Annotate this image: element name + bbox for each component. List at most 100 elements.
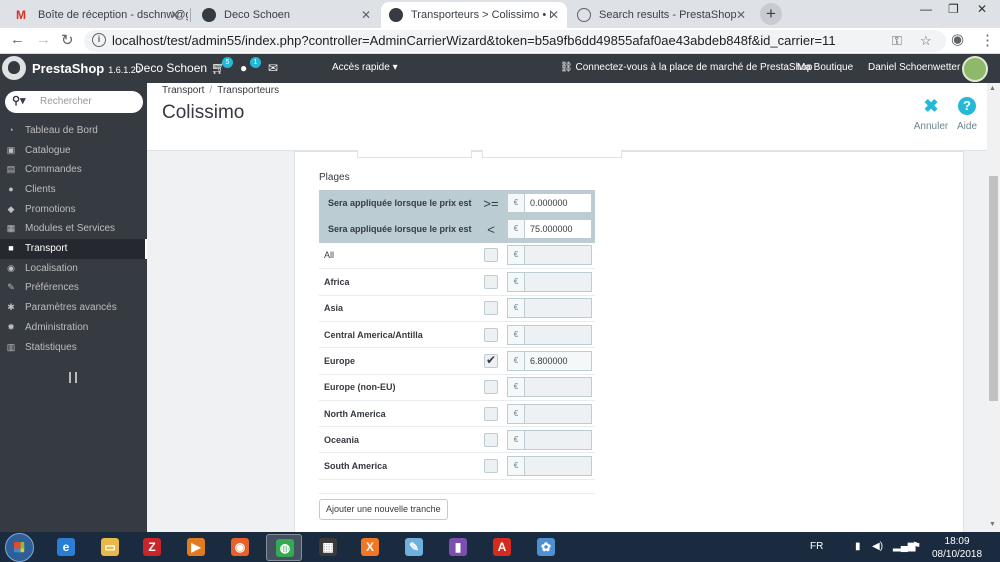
page-scrollbar[interactable]: ▲ ▼ xyxy=(987,83,1000,532)
start-button[interactable] xyxy=(5,533,34,562)
sidebar-item-statistiques[interactable]: ▥ Statistiques xyxy=(0,338,147,358)
sidebar-item-promotions[interactable]: ◆ Promotions xyxy=(0,200,147,220)
sidebar-item-param-tres-avanc-s[interactable]: ✱ Paramètres avancés xyxy=(0,298,147,318)
site-info-icon[interactable]: i xyxy=(92,33,106,47)
close-icon[interactable]: ✕ xyxy=(549,8,559,22)
taskbar-app[interactable]: ▭ xyxy=(92,534,128,561)
browser-tab-search-results[interactable]: Search results - PrestaShop ✕ xyxy=(569,2,754,28)
forward-arrow-icon[interactable]: → xyxy=(36,31,51,48)
zone-price-input[interactable] xyxy=(524,429,592,450)
zone-price-input[interactable] xyxy=(524,245,592,266)
zone-price-input[interactable] xyxy=(524,272,592,293)
maximize-icon[interactable]: ❐ xyxy=(948,2,959,16)
minimize-icon[interactable]: — xyxy=(920,2,932,16)
envelope-icon[interactable]: ✉ xyxy=(268,61,278,75)
back-arrow-icon[interactable]: ← xyxy=(10,31,25,48)
taskbar-app[interactable]: ▦ xyxy=(310,534,346,561)
ranges-label: Plages xyxy=(319,172,350,183)
volume-icon[interactable]: ◀) xyxy=(872,541,883,552)
zone-checkbox[interactable] xyxy=(484,380,498,395)
marketplace-link[interactable]: ⛓︎ Connectez-vous à la place de marché d… xyxy=(560,62,812,73)
quick-access-dropdown[interactable]: Accès rapide ▾ xyxy=(332,62,398,73)
profile-icon[interactable]: ◉ xyxy=(951,30,964,48)
taskbar-app[interactable]: ◉ xyxy=(222,534,258,561)
zone-price-input[interactable] xyxy=(524,298,592,319)
zone-checkbox[interactable] xyxy=(484,459,498,474)
user-icon[interactable]: ● xyxy=(240,61,247,75)
zone-checkbox[interactable] xyxy=(484,301,498,316)
sidebar-item-pr-f-rences[interactable]: ✎ Préférences xyxy=(0,278,147,298)
prestashop-logo-icon[interactable] xyxy=(2,56,26,80)
taskbar-app[interactable]: X xyxy=(352,534,388,561)
zone-price-input[interactable] xyxy=(524,324,592,345)
help-button[interactable]: ? Aide xyxy=(947,97,987,132)
zone-price-input[interactable]: 6.800000 xyxy=(524,350,592,371)
taskbar-app[interactable]: A xyxy=(484,534,520,561)
range-bound-input[interactable]: 0.000000 xyxy=(524,193,592,214)
zone-checkbox[interactable] xyxy=(484,432,498,447)
taskbar-app[interactable]: e xyxy=(48,534,84,561)
zone-name: Oceania xyxy=(319,426,477,454)
sidebar-item-modules-et-services[interactable]: ▦ Modules et Services xyxy=(0,219,147,239)
zone-price-input[interactable] xyxy=(524,377,592,398)
tax-select-box[interactable] xyxy=(482,150,622,158)
menu-kebab-icon[interactable]: ⋮ xyxy=(980,31,995,49)
scroll-down-icon[interactable]: ▼ xyxy=(989,521,996,528)
zone-price-input[interactable] xyxy=(524,456,592,477)
taskbar-app[interactable]: Z xyxy=(134,534,170,561)
sidebar-collapse-handle[interactable] xyxy=(69,372,77,383)
window-close-icon[interactable]: ✕ xyxy=(977,2,987,16)
reload-icon[interactable]: ↻ xyxy=(61,31,74,49)
browser-tab-gmail[interactable]: M Boîte de réception - dschnw@gm ✕ xyxy=(8,2,188,28)
close-icon[interactable]: ✕ xyxy=(170,8,180,22)
range-bound-input[interactable]: 75.000000 xyxy=(524,219,592,240)
close-icon[interactable]: ✕ xyxy=(736,8,746,22)
shop-name-link[interactable]: Deco Schoen xyxy=(135,61,207,75)
sidebar-item-tableau-de-bord[interactable]: ◔ Tableau de Bord xyxy=(0,121,147,141)
gmail-icon: M xyxy=(16,8,26,22)
sidebar-item-administration[interactable]: ✹ Administration xyxy=(0,318,147,338)
taskbar-app[interactable]: ◍ xyxy=(266,534,302,561)
zone-checkbox[interactable] xyxy=(484,353,498,368)
sidebar-item-clients[interactable]: ● Clients xyxy=(0,180,147,200)
employee-dropdown[interactable]: Daniel Schoenwetter ▾ xyxy=(868,62,968,73)
tray-arrow-icon[interactable]: ▮ xyxy=(855,541,861,552)
clock[interactable]: 18:09 08/10/2018 xyxy=(932,535,982,561)
scroll-up-icon[interactable]: ▲ xyxy=(989,85,996,92)
breadcrumb-item[interactable]: Transporteurs xyxy=(217,85,279,96)
avatar[interactable] xyxy=(962,56,988,82)
scrollbar-thumb[interactable] xyxy=(989,176,998,401)
add-range-button[interactable]: Ajouter une nouvelle tranche xyxy=(319,499,448,520)
browser-tab-deco-schoen[interactable]: Deco Schoen ✕ xyxy=(194,2,379,28)
search-input[interactable]: ⚲▾ Rechercher xyxy=(5,91,143,113)
sidebar-item-catalogue[interactable]: ▣ Catalogue xyxy=(0,141,147,161)
my-shop-link[interactable]: Ma Boutique xyxy=(797,62,853,73)
zone-price-input[interactable] xyxy=(524,403,592,424)
url-text[interactable]: localhost/test/admin55/index.php?control… xyxy=(112,33,836,48)
address-bar[interactable]: i localhost/test/admin55/index.php?contr… xyxy=(84,30,946,52)
bookmark-star-icon[interactable]: ☆ xyxy=(920,33,932,49)
close-icon[interactable]: ✕ xyxy=(361,8,371,22)
language-indicator[interactable]: FR xyxy=(810,541,823,552)
clients-icon: ● xyxy=(8,184,14,194)
sidebar-item-commandes[interactable]: ▤ Commandes xyxy=(0,160,147,180)
sidebar-item-transport[interactable]: ■ Transport xyxy=(0,239,147,259)
billing-option-box[interactable] xyxy=(357,150,472,158)
zone-checkbox[interactable] xyxy=(484,406,498,421)
search-icon[interactable]: ⚲▾ xyxy=(12,94,26,107)
browser-tab-transporteurs[interactable]: Transporteurs > Colissimo • Deco ✕ xyxy=(381,2,567,28)
zone-checkbox[interactable] xyxy=(484,275,498,290)
new-tab-button[interactable]: + xyxy=(760,3,782,25)
cancel-button[interactable]: ✖ Annuler xyxy=(911,97,951,132)
sidebar-item-localisation[interactable]: ◉ Localisation xyxy=(0,259,147,279)
brand[interactable]: PrestaShop 1.6.1.20 xyxy=(32,61,141,76)
taskbar-app[interactable]: ✿ xyxy=(528,534,564,561)
breadcrumb-item[interactable]: Transport xyxy=(162,85,204,96)
zone-checkbox[interactable] xyxy=(484,327,498,342)
zone-checkbox[interactable] xyxy=(484,248,498,263)
taskbar-app[interactable]: ▶ xyxy=(178,534,214,561)
taskbar-app[interactable]: ✎ xyxy=(396,534,432,561)
flag-icon[interactable]: ⚑ xyxy=(912,541,921,552)
taskbar-app[interactable]: ▮ xyxy=(440,534,476,561)
key-icon[interactable]: ⚿ xyxy=(892,33,902,49)
